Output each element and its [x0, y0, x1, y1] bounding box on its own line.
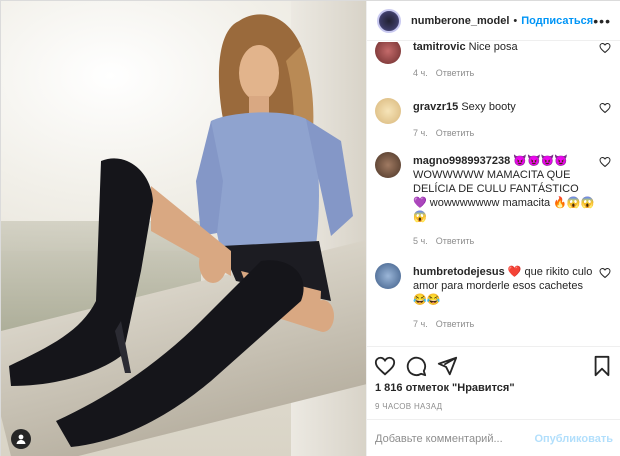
commenter-avatar[interactable]	[375, 263, 401, 289]
author-avatar[interactable]	[377, 8, 401, 33]
comment-text: humbretodejesus ❤️ que rikito culo amor …	[413, 265, 595, 307]
comment-text: tamitrovic Nice posa	[413, 42, 595, 54]
post-header: numberone_model • Подписаться •••	[367, 1, 620, 41]
post-actions	[367, 346, 620, 382]
reply-link[interactable]: Ответить	[436, 236, 474, 246]
reply-link[interactable]: Ответить	[436, 68, 474, 78]
bookmark-icon[interactable]	[591, 355, 613, 377]
comment-icon[interactable]	[405, 355, 427, 377]
comment-username[interactable]: tamitrovic	[413, 42, 466, 53]
comment-heart-icon[interactable]	[599, 156, 611, 168]
comment-meta: 4 ч. Ответить	[413, 68, 474, 78]
post-sidebar: numberone_model • Подписаться ••• tamitr…	[366, 1, 620, 456]
comment-time: 5 ч.	[413, 236, 428, 246]
author-username[interactable]: numberone_model	[411, 15, 509, 27]
comment-username[interactable]: humbretodejesus	[413, 266, 505, 278]
photo-figure	[9, 14, 353, 447]
comment-body: Sexy booty	[461, 101, 516, 113]
comment-time: 7 ч.	[413, 319, 428, 329]
heart-icon[interactable]	[374, 355, 396, 377]
comment-text: gravzr15 Sexy booty	[413, 100, 595, 114]
comment-heart-icon[interactable]	[599, 102, 611, 114]
comment-username[interactable]: magno9989937238	[413, 155, 510, 167]
comment-time: 7 ч.	[413, 128, 428, 138]
commenter-avatar[interactable]	[375, 152, 401, 178]
share-icon[interactable]	[436, 355, 458, 377]
comment-composer: Опубликовать	[367, 419, 620, 456]
comment-username[interactable]: gravzr15	[413, 101, 458, 113]
comment-heart-icon[interactable]	[599, 267, 611, 279]
comment-heart-icon[interactable]	[599, 42, 611, 54]
comment-input[interactable]	[375, 432, 535, 445]
header-separator: •	[513, 14, 518, 27]
comment-body: Nice posa	[468, 42, 518, 53]
comment-meta: 7 ч. Ответить	[413, 319, 474, 329]
follow-button[interactable]: Подписаться	[521, 15, 593, 27]
post-viewer: numberone_model • Подписаться ••• tamitr…	[0, 0, 620, 456]
reply-link[interactable]: Ответить	[436, 128, 474, 138]
reply-link[interactable]: Ответить	[436, 319, 474, 329]
likes-count[interactable]: 1 816 отметок "Нравится"	[375, 382, 515, 394]
commenter-avatar[interactable]	[375, 98, 401, 124]
comment-time: 4 ч.	[413, 68, 428, 78]
commenter-avatar[interactable]	[375, 42, 401, 64]
post-photo[interactable]	[1, 1, 366, 456]
tagged-user-icon[interactable]	[11, 429, 31, 449]
more-options-icon[interactable]: •••	[593, 13, 611, 29]
post-comment-button[interactable]: Опубликовать	[534, 433, 613, 445]
comment-text: magno9989937238 😈😈😈😈 WOWWWWW MAMACITA QU…	[413, 154, 595, 224]
comment-meta: 7 ч. Ответить	[413, 128, 474, 138]
post-time: 9 ЧАСОВ НАЗАД	[375, 402, 443, 411]
comments-list[interactable]: tamitrovic Nice posa 4 ч. Ответить gravzr…	[367, 42, 620, 342]
comment-meta: 5 ч. Ответить	[413, 236, 474, 246]
